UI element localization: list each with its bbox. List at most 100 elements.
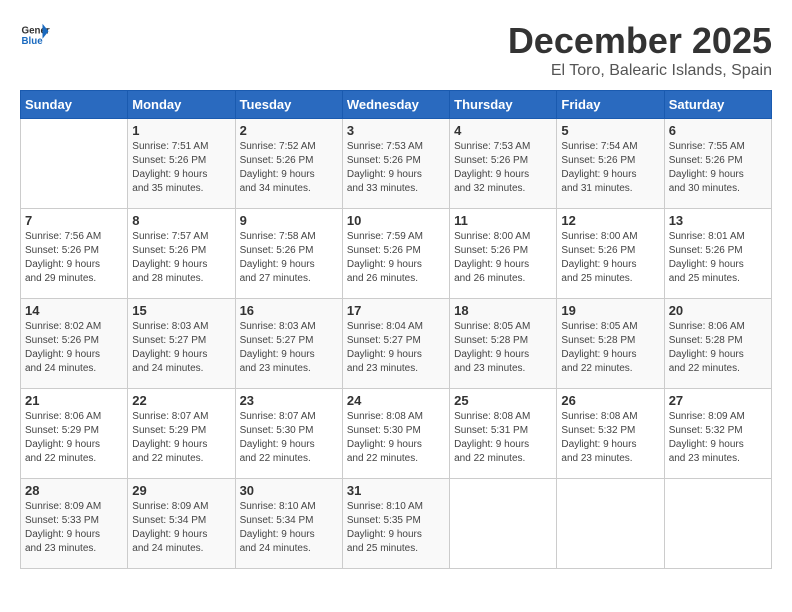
- calendar-cell: 30Sunrise: 8:10 AM Sunset: 5:34 PM Dayli…: [235, 479, 342, 569]
- day-info: Sunrise: 8:09 AM Sunset: 5:34 PM Dayligh…: [132, 500, 230, 556]
- calendar-cell: 10 Sunrise: 7:59 AM Sunset: 5:26 PM Dayli…: [342, 209, 449, 299]
- calendar-cell: 14 Sunrise: 8:02 AM Sunset: 5:26 PM Dayli…: [21, 299, 128, 389]
- calendar-header-row: SundayMondayTuesdayWednesdayThursdayFrid…: [21, 91, 772, 119]
- calendar-cell: 3 Sunrise: 7:53 AM Sunset: 5:26 PM Daylig…: [342, 119, 449, 209]
- day-number: 6: [669, 123, 767, 138]
- day-number: 14: [25, 303, 123, 318]
- day-info: Sunrise: 8:03 AM Sunset: 5:27 PM Dayligh…: [240, 320, 338, 376]
- day-info: Sunrise: 8:07 AM Sunset: 5:29 PM Dayligh…: [132, 410, 230, 466]
- day-number: 26: [561, 393, 659, 408]
- calendar-cell: [450, 479, 557, 569]
- day-info: Sunrise: 8:04 AM Sunset: 5:27 PM Dayligh…: [347, 320, 445, 376]
- calendar-cell: 11Sunrise: 8:00 AM Sunset: 5:26 PM Dayli…: [450, 209, 557, 299]
- header-day-monday: Monday: [128, 91, 235, 119]
- week-row-3: 14 Sunrise: 8:02 AM Sunset: 5:26 PM Dayli…: [21, 299, 772, 389]
- day-info: Sunrise: 7:59 AM Sunset: 5:26 PM Dayligh…: [347, 230, 445, 286]
- calendar-cell: [557, 479, 664, 569]
- day-number: 19: [561, 303, 659, 318]
- calendar-cell: 5Sunrise: 7:54 AM Sunset: 5:26 PM Daylig…: [557, 119, 664, 209]
- day-info: Sunrise: 8:10 AM Sunset: 5:35 PM Dayligh…: [347, 500, 445, 556]
- calendar-cell: 12 Sunrise: 8:00 AM Sunset: 5:26 PM Dayli…: [557, 209, 664, 299]
- day-info: Sunrise: 8:05 AM Sunset: 5:28 PM Dayligh…: [454, 320, 552, 376]
- calendar-cell: 4Sunrise: 7:53 AM Sunset: 5:26 PM Daylig…: [450, 119, 557, 209]
- day-info: Sunrise: 7:51 AM Sunset: 5:26 PM Dayligh…: [132, 140, 230, 196]
- day-info: Sunrise: 8:07 AM Sunset: 5:30 PM Dayligh…: [240, 410, 338, 466]
- day-number: 3: [347, 123, 445, 138]
- day-info: Sunrise: 7:57 AM Sunset: 5:26 PM Dayligh…: [132, 230, 230, 286]
- week-row-2: 7 Sunrise: 7:56 AM Sunset: 5:26 PM Daylig…: [21, 209, 772, 299]
- calendar-cell: 8 Sunrise: 7:57 AM Sunset: 5:26 PM Daylig…: [128, 209, 235, 299]
- day-number: 1: [132, 123, 230, 138]
- day-info: Sunrise: 7:54 AM Sunset: 5:26 PM Dayligh…: [561, 140, 659, 196]
- calendar-cell: 18 Sunrise: 8:05 AM Sunset: 5:28 PM Dayli…: [450, 299, 557, 389]
- calendar-cell: 26 Sunrise: 8:08 AM Sunset: 5:32 PM Dayli…: [557, 389, 664, 479]
- day-info: Sunrise: 8:00 AM Sunset: 5:26 PM Dayligh…: [561, 230, 659, 286]
- calendar-cell: 24Sunrise: 8:08 AM Sunset: 5:30 PM Dayli…: [342, 389, 449, 479]
- day-info: Sunrise: 8:03 AM Sunset: 5:27 PM Dayligh…: [132, 320, 230, 376]
- header-day-friday: Friday: [557, 91, 664, 119]
- day-info: Sunrise: 7:58 AM Sunset: 5:26 PM Dayligh…: [240, 230, 338, 286]
- week-row-1: 1 Sunrise: 7:51 AM Sunset: 5:26 PM Daylig…: [21, 119, 772, 209]
- day-info: Sunrise: 8:10 AM Sunset: 5:34 PM Dayligh…: [240, 500, 338, 556]
- calendar-cell: 17 Sunrise: 8:04 AM Sunset: 5:27 PM Dayli…: [342, 299, 449, 389]
- header-day-tuesday: Tuesday: [235, 91, 342, 119]
- day-info: Sunrise: 8:06 AM Sunset: 5:29 PM Dayligh…: [25, 410, 123, 466]
- day-info: Sunrise: 7:53 AM Sunset: 5:26 PM Dayligh…: [347, 140, 445, 196]
- day-info: Sunrise: 7:52 AM Sunset: 5:26 PM Dayligh…: [240, 140, 338, 196]
- day-info: Sunrise: 8:08 AM Sunset: 5:30 PM Dayligh…: [347, 410, 445, 466]
- day-info: Sunrise: 7:55 AM Sunset: 5:26 PM Dayligh…: [669, 140, 767, 196]
- day-number: 13: [669, 213, 767, 228]
- month-title: December 2025: [508, 20, 772, 62]
- header-day-thursday: Thursday: [450, 91, 557, 119]
- day-info: Sunrise: 8:00 AM Sunset: 5:26 PM Dayligh…: [454, 230, 552, 286]
- day-number: 2: [240, 123, 338, 138]
- calendar-cell: 21 Sunrise: 8:06 AM Sunset: 5:29 PM Dayli…: [21, 389, 128, 479]
- day-number: 10: [347, 213, 445, 228]
- calendar-cell: 19 Sunrise: 8:05 AM Sunset: 5:28 PM Dayli…: [557, 299, 664, 389]
- calendar-cell: 22 Sunrise: 8:07 AM Sunset: 5:29 PM Dayli…: [128, 389, 235, 479]
- calendar-cell: 28Sunrise: 8:09 AM Sunset: 5:33 PM Dayli…: [21, 479, 128, 569]
- location-title: El Toro, Balearic Islands, Spain: [508, 62, 772, 80]
- calendar-cell: 29 Sunrise: 8:09 AM Sunset: 5:34 PM Dayli…: [128, 479, 235, 569]
- calendar-cell: 2 Sunrise: 7:52 AM Sunset: 5:26 PM Daylig…: [235, 119, 342, 209]
- day-number: 20: [669, 303, 767, 318]
- day-number: 16: [240, 303, 338, 318]
- calendar-cell: 16 Sunrise: 8:03 AM Sunset: 5:27 PM Dayli…: [235, 299, 342, 389]
- header: General Blue December 2025 El Toro, Bale…: [20, 20, 772, 80]
- calendar-cell: 6 Sunrise: 7:55 AM Sunset: 5:26 PM Daylig…: [664, 119, 771, 209]
- day-info: Sunrise: 8:08 AM Sunset: 5:32 PM Dayligh…: [561, 410, 659, 466]
- day-info: Sunrise: 8:09 AM Sunset: 5:33 PM Dayligh…: [25, 500, 123, 556]
- day-info: Sunrise: 8:01 AM Sunset: 5:26 PM Dayligh…: [669, 230, 767, 286]
- svg-text:Blue: Blue: [22, 36, 44, 47]
- calendar-cell: 1 Sunrise: 7:51 AM Sunset: 5:26 PM Daylig…: [128, 119, 235, 209]
- calendar-cell: 31 Sunrise: 8:10 AM Sunset: 5:35 PM Dayli…: [342, 479, 449, 569]
- calendar-cell: 25Sunrise: 8:08 AM Sunset: 5:31 PM Dayli…: [450, 389, 557, 479]
- day-number: 27: [669, 393, 767, 408]
- day-info: Sunrise: 8:05 AM Sunset: 5:28 PM Dayligh…: [561, 320, 659, 376]
- header-day-sunday: Sunday: [21, 91, 128, 119]
- day-number: 8: [132, 213, 230, 228]
- day-number: 15: [132, 303, 230, 318]
- day-number: 29: [132, 483, 230, 498]
- day-info: Sunrise: 8:02 AM Sunset: 5:26 PM Dayligh…: [25, 320, 123, 376]
- calendar-cell: 9 Sunrise: 7:58 AM Sunset: 5:26 PM Daylig…: [235, 209, 342, 299]
- calendar-cell: 13 Sunrise: 8:01 AM Sunset: 5:26 PM Dayli…: [664, 209, 771, 299]
- calendar-cell: [664, 479, 771, 569]
- day-number: 25: [454, 393, 552, 408]
- day-number: 7: [25, 213, 123, 228]
- header-day-saturday: Saturday: [664, 91, 771, 119]
- day-number: 9: [240, 213, 338, 228]
- day-info: Sunrise: 8:09 AM Sunset: 5:32 PM Dayligh…: [669, 410, 767, 466]
- day-number: 31: [347, 483, 445, 498]
- week-row-4: 21 Sunrise: 8:06 AM Sunset: 5:29 PM Dayli…: [21, 389, 772, 479]
- day-info: Sunrise: 7:56 AM Sunset: 5:26 PM Dayligh…: [25, 230, 123, 286]
- calendar-cell: 23 Sunrise: 8:07 AM Sunset: 5:30 PM Dayli…: [235, 389, 342, 479]
- day-number: 12: [561, 213, 659, 228]
- week-row-5: 28Sunrise: 8:09 AM Sunset: 5:33 PM Dayli…: [21, 479, 772, 569]
- day-number: 21: [25, 393, 123, 408]
- day-number: 17: [347, 303, 445, 318]
- day-number: 23: [240, 393, 338, 408]
- day-number: 22: [132, 393, 230, 408]
- day-number: 18: [454, 303, 552, 318]
- calendar-cell: 20Sunrise: 8:06 AM Sunset: 5:28 PM Dayli…: [664, 299, 771, 389]
